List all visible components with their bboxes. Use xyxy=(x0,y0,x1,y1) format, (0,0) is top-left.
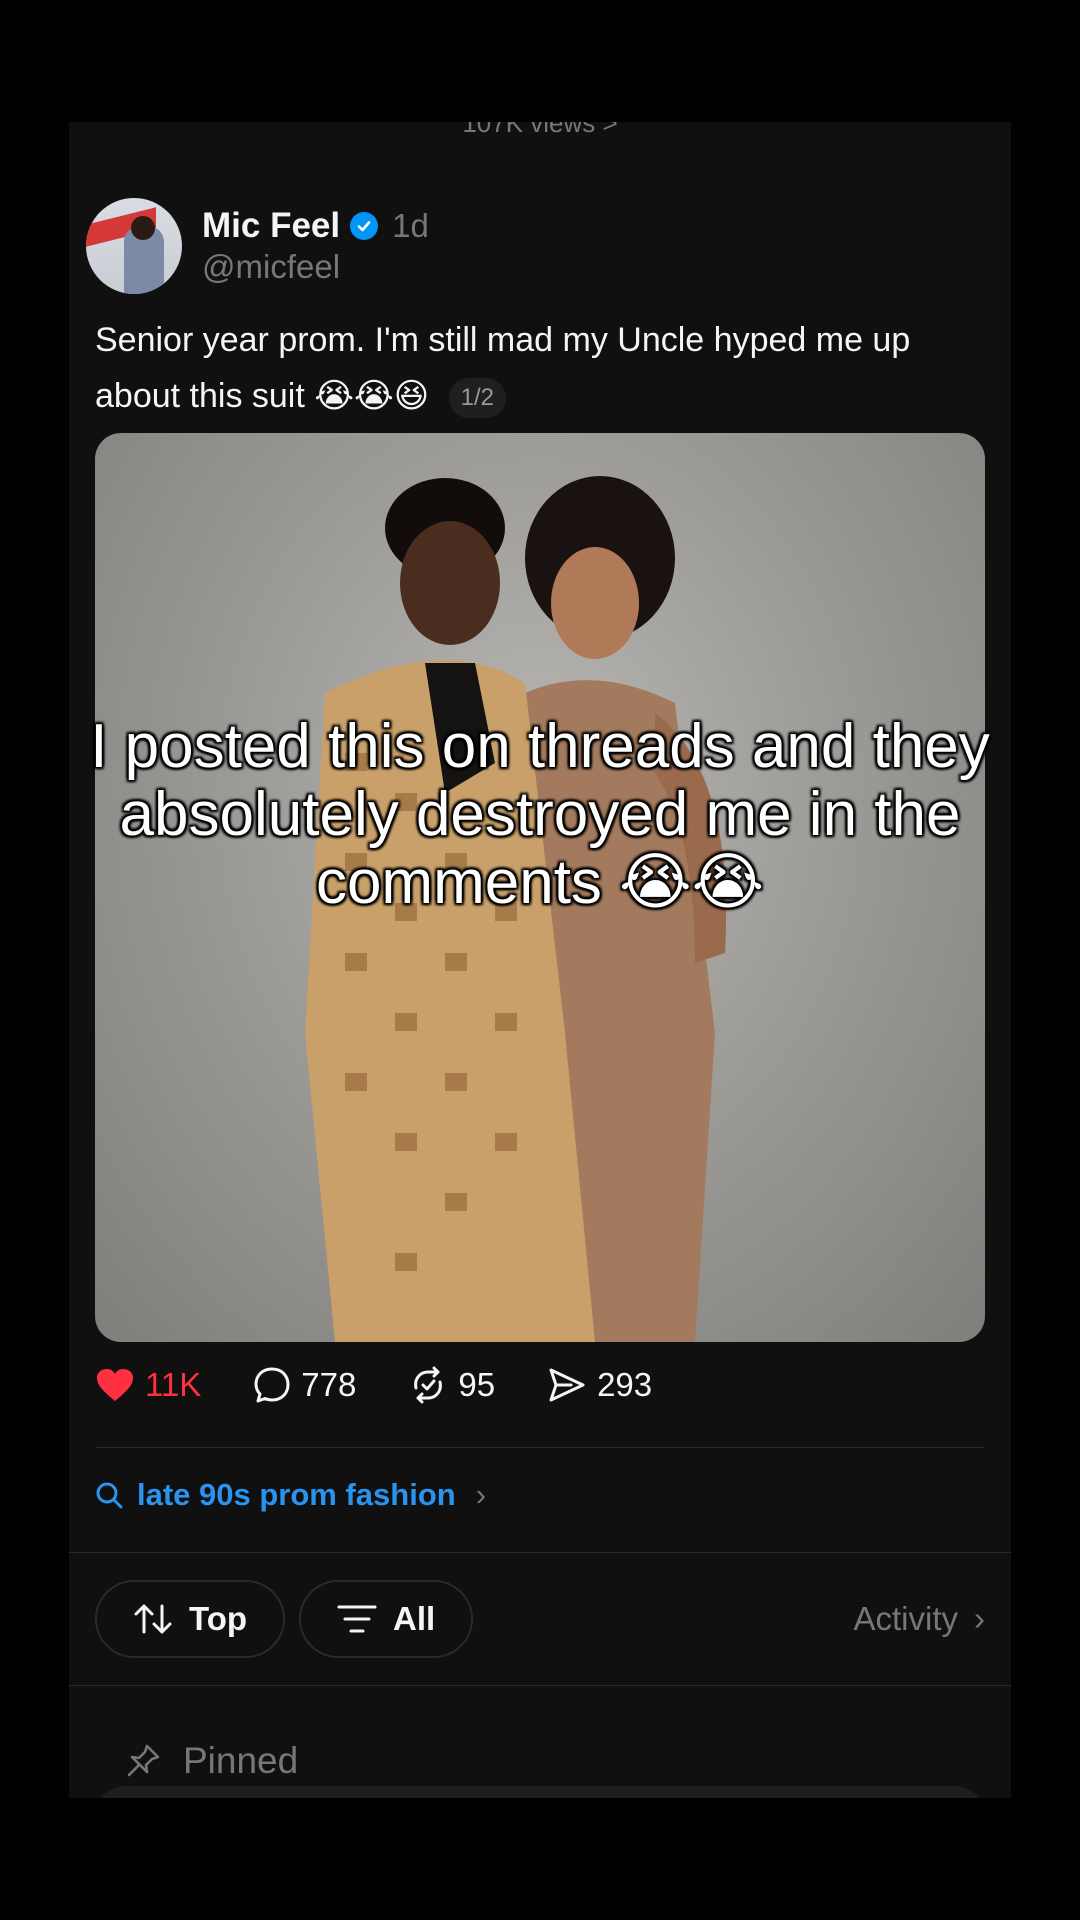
filter-label: All xyxy=(393,1600,436,1637)
like-button[interactable]: 11K xyxy=(95,1366,201,1404)
author-name[interactable]: Mic Feel xyxy=(202,206,340,246)
author-info: Mic Feel 1d @micfeel xyxy=(202,206,429,286)
reply-button[interactable]: 778 xyxy=(253,1366,356,1404)
chevron-right-icon: › xyxy=(974,1600,985,1637)
share-count: 293 xyxy=(597,1366,653,1403)
name-row: Mic Feel 1d xyxy=(202,206,429,246)
reply-count: 778 xyxy=(301,1366,357,1403)
post-actions: 11K 778 95 293 xyxy=(95,1355,704,1415)
post-time: 1d xyxy=(392,207,429,244)
pin-icon xyxy=(127,1744,160,1777)
views-count[interactable]: 107K views > xyxy=(69,122,1011,138)
share-icon xyxy=(549,1368,585,1402)
verified-badge-icon xyxy=(350,212,379,240)
activity-link[interactable]: Activity › xyxy=(853,1600,985,1638)
repost-button[interactable]: 95 xyxy=(408,1366,495,1404)
sort-label: Top xyxy=(189,1600,248,1637)
thread-panel: 107K views > Mic Feel 1d @micfeel Senior… xyxy=(69,122,1011,1798)
avatar[interactable] xyxy=(86,198,182,294)
sort-button[interactable]: Top xyxy=(95,1580,286,1658)
comment-icon xyxy=(254,1367,290,1403)
divider xyxy=(69,1552,1011,1553)
like-count: 11K xyxy=(145,1366,202,1403)
repost-icon xyxy=(414,1366,443,1404)
filter-icon xyxy=(337,1605,377,1633)
related-search-link[interactable]: late 90s prom fashion › xyxy=(95,1477,486,1513)
divider xyxy=(95,1447,985,1448)
search-icon xyxy=(96,1482,123,1509)
pinned-label: Pinned xyxy=(183,1740,299,1781)
heart-icon xyxy=(97,1369,133,1401)
filter-button[interactable]: All xyxy=(299,1580,474,1658)
share-button[interactable]: 293 xyxy=(547,1366,652,1404)
activity-label: Activity xyxy=(853,1600,958,1637)
post-header: Mic Feel 1d @micfeel xyxy=(86,196,429,296)
reply-filter-row: Top All Activity › xyxy=(95,1580,985,1658)
man-face xyxy=(400,521,500,645)
divider xyxy=(69,1685,1011,1686)
repost-count: 95 xyxy=(458,1366,496,1403)
page-indicator: 1/2 xyxy=(448,378,506,419)
woman-face xyxy=(551,547,639,659)
pinned-reply-card[interactable] xyxy=(95,1786,985,1798)
avatar-head xyxy=(131,216,155,240)
author-handle[interactable]: @micfeel xyxy=(202,248,429,286)
chevron-right-icon: › xyxy=(475,1477,487,1512)
post-caption: Senior year prom. I'm still mad my Uncle… xyxy=(95,312,995,424)
pinned-section-header: Pinned xyxy=(125,1740,298,1782)
sort-icon xyxy=(134,1604,172,1634)
video-overlay-caption: I posted this on threads and they absolu… xyxy=(90,712,990,917)
related-search-label: late 90s prom fashion xyxy=(137,1477,456,1512)
